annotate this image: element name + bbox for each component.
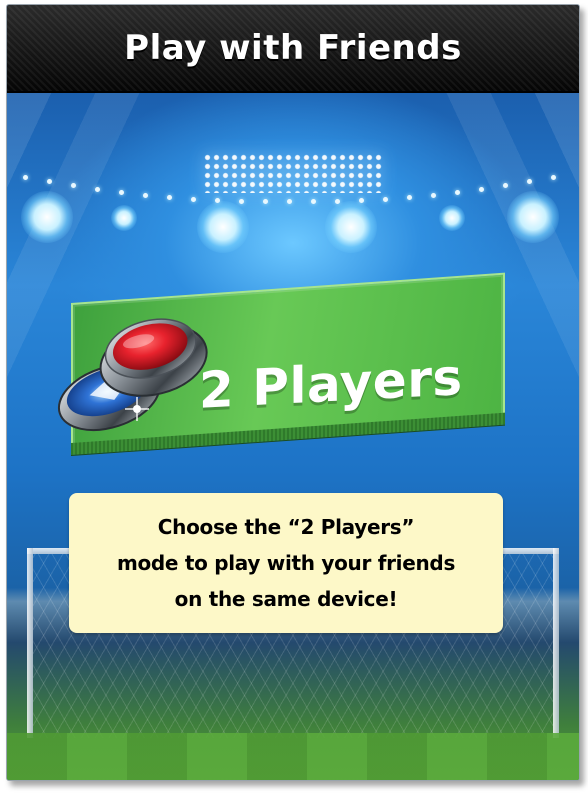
- light-dot: [143, 193, 148, 198]
- info-line: Choose the “2 Players”: [157, 515, 415, 539]
- light-dot: [167, 195, 172, 200]
- light-dot: [239, 199, 244, 204]
- tutorial-card: Play with Friends 2 Players Choose the “…: [6, 4, 580, 781]
- info-box: Choose the “2 Players” mode to play with…: [69, 493, 503, 633]
- light-dot: [431, 193, 436, 198]
- light-dot: [407, 195, 412, 200]
- info-line: mode to play with your friends: [116, 551, 456, 575]
- page-title: Play with Friends: [124, 28, 462, 68]
- grass-field: [7, 733, 579, 780]
- light-dot: [335, 199, 340, 204]
- light-dot: [191, 197, 196, 202]
- goal-post-right: [553, 548, 559, 738]
- light-dot: [119, 190, 124, 195]
- goal-post-left: [27, 548, 33, 738]
- light-dot: [455, 190, 460, 195]
- light-dot: [47, 179, 52, 184]
- stadium-background: 2 Players: [7, 93, 579, 780]
- light-dot: [383, 197, 388, 202]
- header-bar: Play with Friends: [7, 5, 579, 93]
- light-dot: [479, 187, 484, 192]
- light-dot: [359, 198, 364, 203]
- light-dot: [71, 183, 76, 188]
- light-dot: [287, 199, 292, 204]
- stadium-lights-row: [17, 175, 569, 215]
- red-button-puck-icon: [57, 318, 208, 432]
- light-dot: [503, 183, 508, 188]
- light-dot: [551, 175, 556, 180]
- light-dot: [311, 199, 316, 204]
- light-dot: [95, 187, 100, 192]
- light-dot: [263, 199, 268, 204]
- light-dot: [23, 175, 28, 180]
- light-dot: [527, 179, 532, 184]
- light-dot: [215, 198, 220, 203]
- info-line: on the same device!: [174, 587, 398, 611]
- info-text: Choose the “2 Players” mode to play with…: [117, 509, 455, 617]
